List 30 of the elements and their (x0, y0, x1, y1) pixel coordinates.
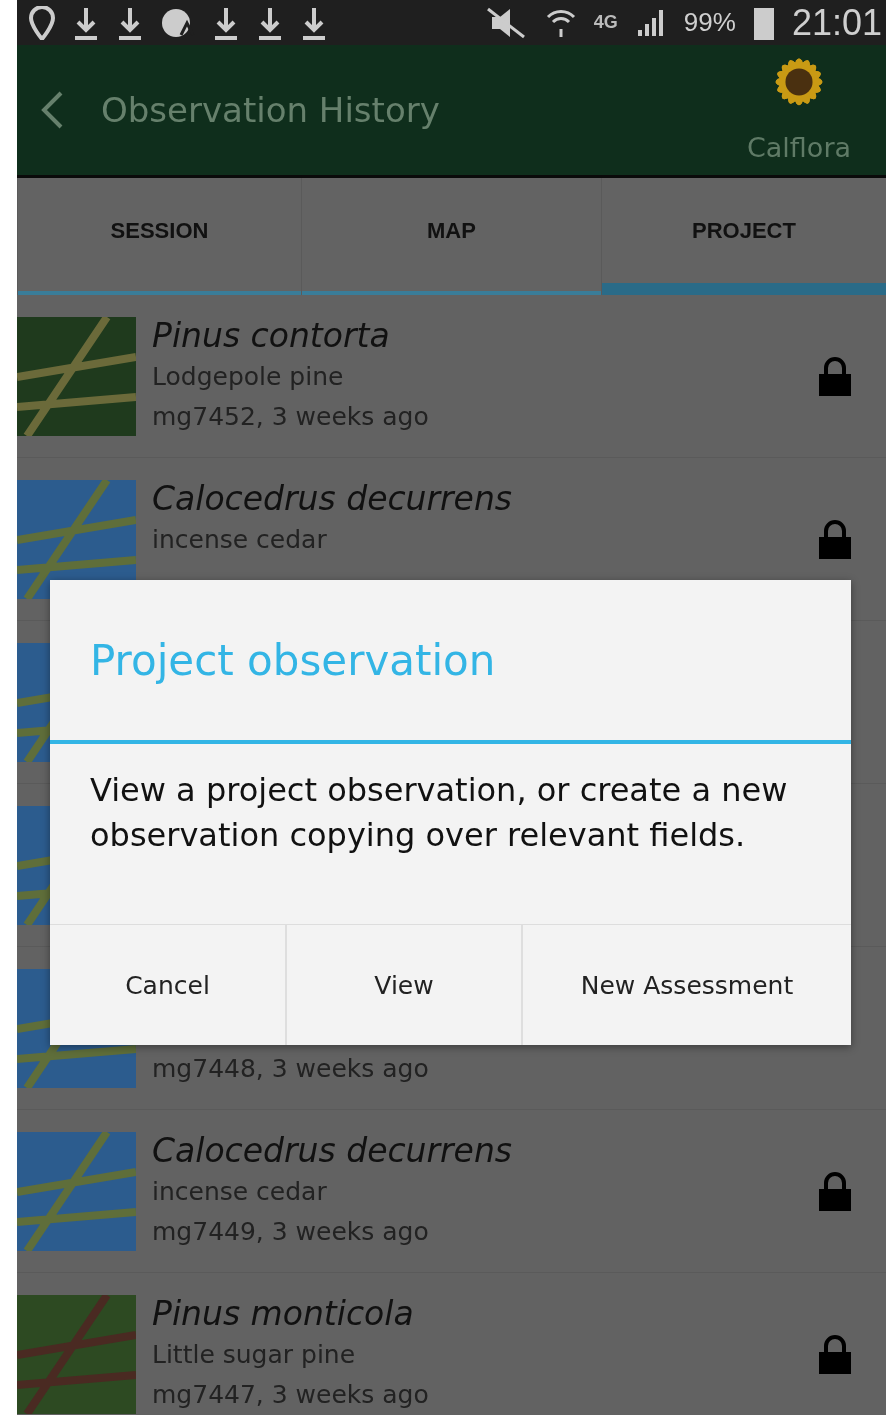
dialog-title: Project observation (50, 580, 851, 744)
download-icon (257, 5, 283, 40)
battery-percent: 99% (683, 7, 736, 38)
screen-title: Observation History (101, 90, 440, 130)
species-name: Pinus contorta (152, 315, 390, 357)
battery-icon (753, 5, 774, 40)
common-name: incense cedar (152, 524, 327, 556)
observation-meta: mg7447, 3 weeks ago (152, 1379, 429, 1411)
dialog-button[interactable]: View (285, 925, 521, 1045)
observation-meta: mg7448, 3 weeks ago (152, 1053, 429, 1085)
species-name: Calocedrus decurrens (152, 1130, 513, 1172)
network-label: 4G (593, 12, 618, 33)
common-name: Lodgepole pine (152, 361, 344, 393)
observation-meta: mg7452, 3 weeks ago (152, 401, 429, 433)
logo-caption: Calflora (746, 132, 852, 163)
download-icon (73, 5, 99, 40)
dialog-button[interactable]: Cancel (50, 925, 285, 1045)
download-icon (117, 5, 143, 40)
download-icon (301, 5, 327, 40)
observation-meta: mg7449, 3 weeks ago (152, 1216, 429, 1248)
common-name: Little sugar pine (152, 1339, 356, 1371)
species-name: Calocedrus decurrens (152, 478, 513, 520)
signal-icon (635, 7, 666, 38)
common-name: incense cedar (152, 1176, 327, 1208)
back-icon[interactable] (39, 90, 65, 130)
species-name: Pinus monticola (152, 1293, 414, 1335)
dialog-button[interactable]: New Assessment (521, 925, 851, 1045)
location-icon (29, 5, 55, 40)
download-icon (213, 5, 239, 40)
clock: 21:01 (791, 1, 882, 44)
